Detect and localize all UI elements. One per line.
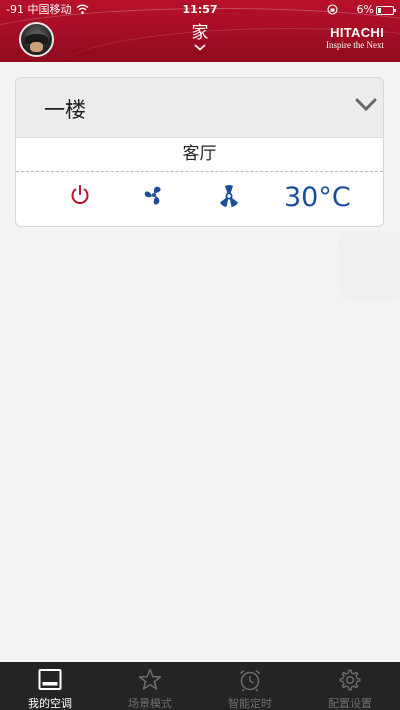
hitachi-logo: HITACHI Inspire the Next	[312, 26, 384, 51]
app-header: -91 中国移动 11:57 6% 家 HITACHI Inspire the …	[0, 0, 400, 62]
home-selector[interactable]: 家	[150, 22, 250, 58]
fan-speed-icon[interactable]	[142, 184, 166, 206]
user-avatar[interactable]	[19, 22, 54, 57]
status-bar: -91 中国移动 11:57 6%	[0, 0, 400, 20]
room-name[interactable]: 客厅	[16, 138, 383, 172]
floor-label: 一楼	[44, 98, 86, 122]
rotation-lock-icon	[327, 4, 338, 15]
page-title: 家	[191, 23, 209, 43]
battery-percent: 6%	[356, 3, 374, 16]
tab-scene-mode[interactable]: 场景模式	[100, 662, 200, 710]
gear-icon	[339, 669, 361, 691]
chevron-down-icon	[194, 44, 206, 51]
brand-tagline: Inspire the Next	[326, 40, 384, 50]
floating-assistive-button[interactable]	[338, 232, 400, 302]
star-icon	[138, 668, 162, 690]
tab-config-settings[interactable]: 配置设置	[300, 662, 400, 710]
tab-label: 智能定时	[228, 697, 272, 710]
alarm-clock-icon	[240, 669, 260, 692]
ac-unit-card: 一楼 客厅 30°C	[15, 77, 384, 227]
floor-selector[interactable]: 一楼	[16, 78, 383, 138]
chevron-down-icon	[355, 98, 377, 112]
brand-name: HITACHI	[330, 25, 384, 40]
power-icon[interactable]	[69, 184, 91, 206]
tab-label: 场景模式	[128, 697, 172, 710]
temperature-display[interactable]: 30°C	[284, 182, 351, 213]
tab-smart-timer[interactable]: 智能定时	[200, 662, 300, 710]
tab-bar: 我的空调 场景模式 智能定时 配置设置	[0, 662, 400, 710]
tab-label: 配置设置	[328, 697, 372, 710]
tab-label: 我的空调	[28, 697, 72, 710]
battery-icon	[376, 6, 396, 15]
ac-unit-icon	[38, 669, 62, 690]
tab-my-ac[interactable]: 我的空调	[0, 662, 100, 710]
clock: 11:57	[182, 3, 218, 16]
fan-mode-icon[interactable]	[216, 184, 242, 208]
